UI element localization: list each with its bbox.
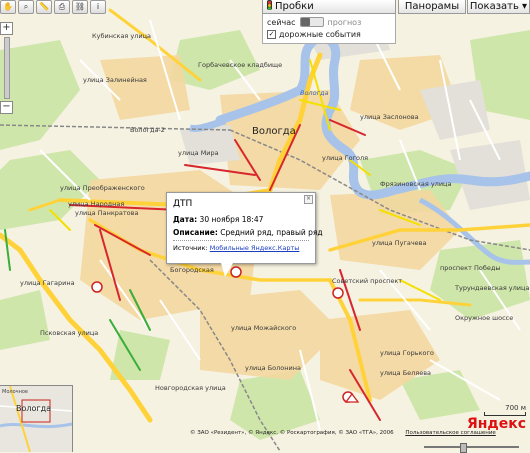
slider-track: [424, 446, 519, 448]
street-label: улица Народная: [68, 200, 124, 208]
street-label: Вологда-2: [130, 126, 165, 134]
copyright-text: © ЗАО «Резидент», © Яндекс, © Роскартогр…: [190, 430, 394, 436]
incident-balloon: × ДТП Дата: 30 ноября 18:47 Описание: Ср…: [166, 192, 323, 277]
street-label: Новгородская улица: [155, 384, 226, 392]
street-label: улица Беляева: [380, 369, 431, 377]
zoom-area-icon[interactable]: ⌕: [18, 0, 34, 14]
now-forecast-toggle[interactable]: [299, 17, 324, 27]
minimap-city-label: Вологда: [16, 404, 52, 413]
source-link[interactable]: Мобильные Яндекс.Карты: [210, 244, 300, 252]
river-label: Вологда: [300, 89, 328, 97]
street-label: улица Залинейная: [83, 76, 147, 84]
map-tools: ✋ ⌕ 📏 ⎙ ⛓ i: [0, 0, 106, 14]
close-icon[interactable]: ×: [304, 195, 313, 204]
copyright: © ЗАО «Резидент», © Яндекс, © Роскартогр…: [190, 430, 496, 436]
zoom-control: + −: [0, 22, 13, 116]
desc-value: Средний ряд, правый ряд: [220, 228, 323, 237]
traffic-button[interactable]: Пробки: [262, 0, 396, 14]
balloon-divider: [173, 240, 309, 241]
street-label: улица Заслонова: [360, 113, 419, 121]
street-label: улица Можайского: [231, 324, 296, 332]
minimap-top-label: Молочное: [2, 389, 28, 395]
panoramas-button[interactable]: Панорамы: [398, 0, 466, 14]
slider-knob[interactable]: [460, 443, 467, 453]
zoom-slider[interactable]: [4, 37, 10, 99]
minimap-canvas: [0, 386, 72, 452]
traffic-panel: сейчас прогноз ✓ дорожные события: [262, 14, 396, 44]
date-label: Дата:: [173, 215, 198, 224]
time-slider[interactable]: [400, 443, 530, 453]
panoramas-label: Панорамы: [404, 1, 460, 12]
zoom-in-button[interactable]: +: [0, 22, 13, 35]
street-label: улица Панкратова: [75, 209, 138, 217]
street-label: Кубинская улица: [92, 32, 151, 40]
print-icon[interactable]: ⎙: [54, 0, 70, 14]
forecast-label[interactable]: прогноз: [328, 18, 362, 27]
events-label[interactable]: дорожные события: [279, 30, 361, 39]
accident-marker-icon[interactable]: [332, 287, 344, 299]
balloon-date: Дата: 30 ноября 18:47: [173, 215, 263, 224]
balloon-title: ДТП: [173, 199, 193, 209]
zoom-out-button[interactable]: −: [0, 101, 13, 114]
desc-label: Описание:: [173, 228, 218, 237]
balloon-source: Источник: Мобильные Яндекс.Карты: [173, 244, 299, 252]
events-checkbox[interactable]: ✓: [267, 30, 276, 39]
street-label: Псковская улица: [40, 329, 98, 337]
overview-minimap[interactable]: Молочное Вологда: [0, 385, 73, 452]
info-icon[interactable]: i: [90, 0, 106, 14]
hand-icon[interactable]: ✋: [0, 0, 16, 14]
street-label: улица Болонина: [245, 364, 301, 372]
street-label: улица Гоголя: [322, 154, 368, 162]
scale-label: 700 м: [505, 404, 526, 412]
street-label: Горбачевское кладбище: [198, 61, 282, 69]
street-label: Богородская: [170, 266, 214, 274]
street-label: улица Горького: [380, 349, 434, 357]
street-label: улица Гагарина: [20, 279, 75, 287]
balloon-description: Описание: Средний ряд, правый ряд: [173, 228, 323, 237]
city-label: Вологда: [252, 126, 296, 137]
street-label: улица Пугачева: [372, 239, 427, 247]
link-icon[interactable]: ⛓: [72, 0, 88, 14]
show-label: Показать ▾: [469, 1, 528, 12]
balloon-tail: [221, 263, 233, 277]
street-label: Турундаевская улица: [454, 284, 529, 292]
street-label: Окружное шоссе: [455, 314, 513, 322]
date-value: 30 ноября 18:47: [199, 215, 264, 224]
traffic-label: Пробки: [275, 1, 314, 12]
terms-link[interactable]: Пользовательское соглашение: [405, 430, 495, 436]
ruler-icon[interactable]: 📏: [36, 0, 52, 14]
street-label: улица Преображенского: [60, 184, 145, 192]
show-dropdown[interactable]: Показать ▾: [467, 0, 530, 14]
accident-marker-icon[interactable]: [91, 281, 103, 293]
street-label: Советский проспект: [332, 277, 402, 285]
street-label: проспект Победы: [440, 264, 500, 272]
source-label: Источник:: [173, 244, 208, 252]
street-label: Фрязиновская улица: [380, 180, 451, 188]
traffic-light-icon: [267, 0, 272, 10]
now-label[interactable]: сейчас: [267, 18, 296, 27]
street-label: улица Мира: [178, 149, 219, 157]
